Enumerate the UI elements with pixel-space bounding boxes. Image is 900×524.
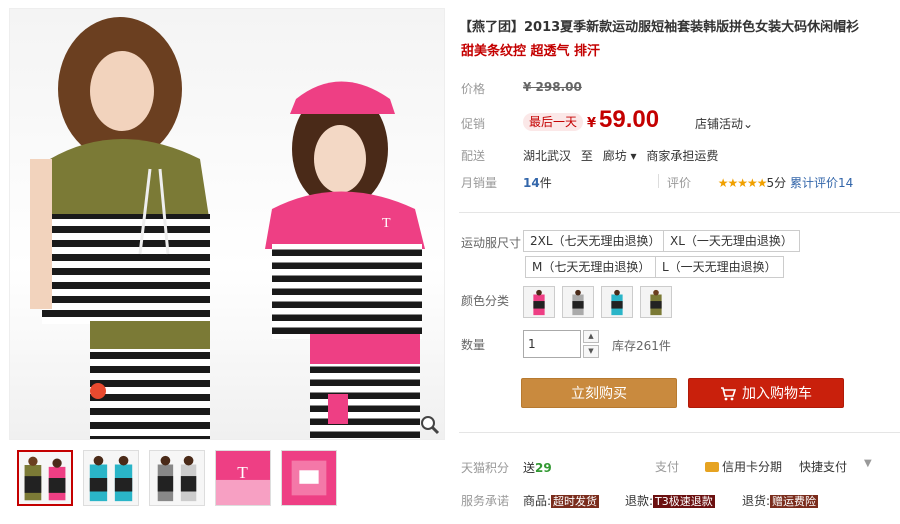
models-photo: T (30, 17, 425, 439)
quantity-label: 数量 (461, 338, 486, 352)
shop-event-dropdown[interactable]: 店铺活动⌄ (695, 115, 753, 132)
service-refund: 退款: T3极速退款 (625, 494, 715, 508)
shipping-info: 湖北武汉 至 廊坊 ▾ 商家承担运费 (523, 147, 724, 164)
sales-label: 月销量 (461, 176, 498, 190)
color-swatch-pink[interactable] (523, 286, 555, 318)
thumbnail-4[interactable]: T (215, 450, 271, 506)
ship-destination[interactable]: 廊坊 ▾ (603, 149, 637, 163)
shipping-label: 配送 (461, 149, 486, 163)
ship-from: 湖北武汉 (523, 149, 572, 163)
thumbnail-5[interactable] (281, 450, 337, 506)
promo-label: 促销 (461, 117, 486, 131)
buy-now-button[interactable]: 立刻购买 (521, 378, 677, 408)
size-option-m[interactable]: M（七天无理由退换） (525, 256, 658, 278)
payment-expand-icon[interactable]: ▼ (864, 458, 872, 469)
service-return-tag: 赠运费险 (770, 495, 819, 508)
color-swatch-olive[interactable] (640, 286, 672, 318)
rating-score: 5分 (766, 176, 787, 190)
original-price: ¥ 298.00 (523, 80, 582, 94)
quick-pay[interactable]: 快捷支付 (799, 458, 847, 475)
size-option-xl[interactable]: XL（一天无理由退换） (663, 230, 800, 252)
rating-info: 评价 ★★★★★5分 累计评价14 (667, 174, 853, 191)
promo-tag: 最后一天 (523, 113, 584, 131)
ship-fee: 商家承担运费 (646, 149, 719, 163)
thumbnail-2[interactable] (83, 450, 139, 506)
thumbnail-strip: T (17, 450, 337, 510)
divider-bottom (459, 432, 900, 433)
star-rating-icon: ★★★★★ (717, 176, 768, 190)
payment-label: 支付 (655, 460, 680, 474)
points-label: 天猫积分 (461, 461, 510, 475)
thumbnail-1[interactable] (17, 450, 73, 506)
quantity-decrease-button[interactable]: ▼ (583, 345, 599, 358)
promo-price: ¥59.00 (587, 106, 659, 134)
size-option-2xl[interactable]: 2XL（七天无理由退换） (523, 230, 668, 252)
color-swatch-gray[interactable] (562, 286, 594, 318)
credit-card-icon (705, 462, 719, 472)
review-count-link[interactable]: 累计评价14 (790, 176, 853, 190)
divider (658, 174, 659, 188)
color-label: 颜色分类 (461, 294, 510, 308)
points-value: 送29 (523, 461, 552, 475)
quantity-input[interactable] (523, 330, 581, 358)
svg-text:T: T (237, 463, 248, 482)
rating-label: 评价 (667, 176, 692, 190)
main-product-photo[interactable]: T (9, 8, 445, 440)
monthly-sales: 14件 (523, 176, 552, 190)
cart-icon (721, 387, 736, 401)
product-info-panel: 【燕了团】2013夏季新款运动服短袖套装韩版拼色女装大码休闲帽衫 甜美条纹控 超… (459, 0, 900, 524)
price-block: 价格 ¥ 298.00 促销 最后一天 ¥59.00 店铺活动⌄ 配送 湖北武汉… (459, 70, 900, 200)
currency-symbol: ¥ (587, 116, 597, 131)
service-return: 退货: 赠运费险 (742, 494, 819, 508)
service-label: 服务承诺 (461, 494, 510, 508)
price-label: 价格 (461, 82, 486, 96)
size-label: 运动服尺寸 (461, 236, 522, 250)
size-option-l[interactable]: L（一天无理由退换） (655, 256, 784, 278)
promo-price-value: 59.00 (599, 106, 660, 133)
add-to-cart-label: 加入购物车 (742, 386, 812, 402)
stock-count: 库存261件 (612, 339, 671, 353)
thumbnail-3[interactable] (149, 450, 205, 506)
service-refund-tag: T3极速退款 (653, 495, 715, 508)
svg-text:T: T (382, 216, 391, 231)
service-goods: 商品: 超时发货 (523, 494, 600, 508)
product-subtitle: 甜美条纹控 超透气 排汗 (461, 44, 601, 59)
quantity-increase-button[interactable]: ▲ (583, 330, 599, 343)
divider-top (459, 212, 900, 213)
service-goods-tag: 超时发货 (551, 495, 600, 508)
add-to-cart-button[interactable]: 加入购物车 (688, 378, 844, 408)
color-swatch-teal[interactable] (601, 286, 633, 318)
zoom-icon[interactable] (420, 415, 440, 435)
product-title: 【燕了团】2013夏季新款运动服短袖套装韩版拼色女装大码休闲帽衫 (459, 20, 860, 35)
credit-card-installment[interactable]: 信用卡分期 (705, 458, 782, 475)
ship-to-word: 至 (580, 149, 593, 163)
product-gallery: T T (9, 8, 445, 520)
